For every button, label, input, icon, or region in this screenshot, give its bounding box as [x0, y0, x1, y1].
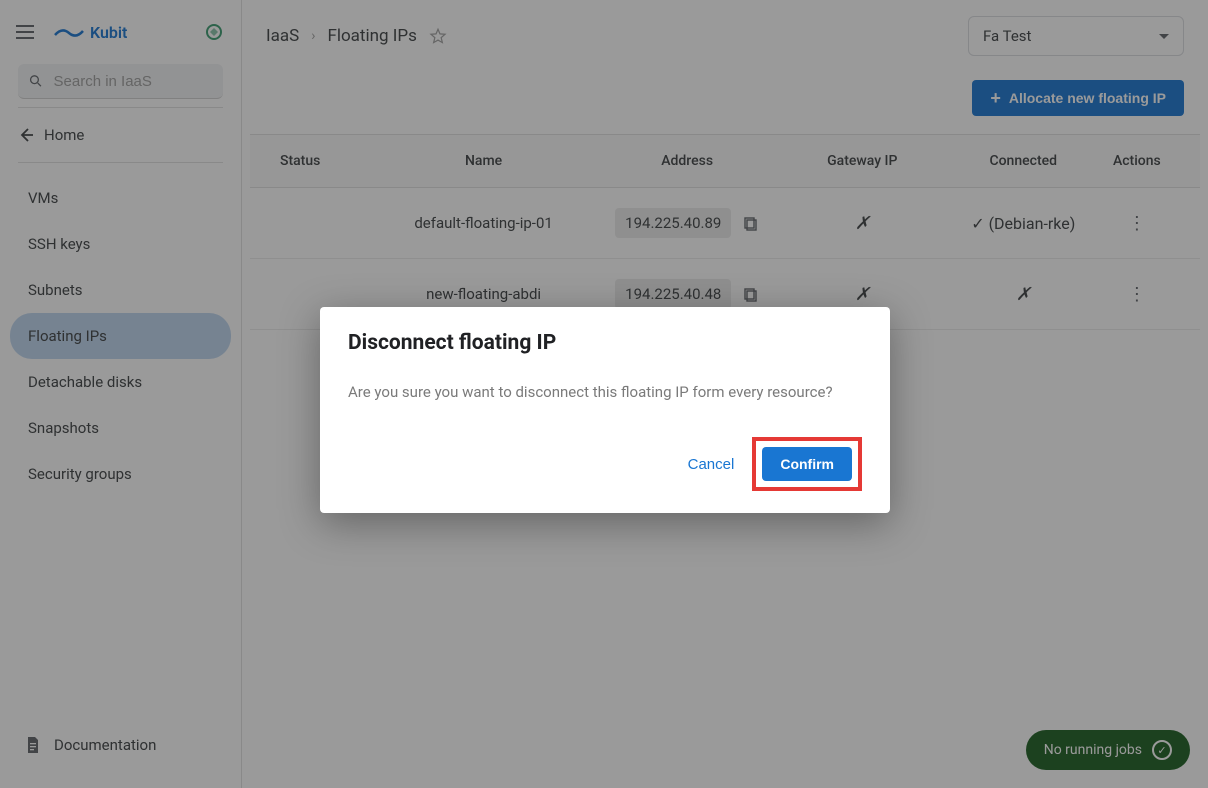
- cancel-button[interactable]: Cancel: [674, 446, 749, 483]
- modal-body: Are you sure you want to disconnect this…: [348, 383, 862, 401]
- disconnect-modal: Disconnect floating IP Are you sure you …: [320, 307, 890, 513]
- confirm-highlight: Confirm: [752, 437, 862, 491]
- modal-title: Disconnect floating IP: [348, 331, 862, 355]
- confirm-button[interactable]: Confirm: [762, 447, 852, 481]
